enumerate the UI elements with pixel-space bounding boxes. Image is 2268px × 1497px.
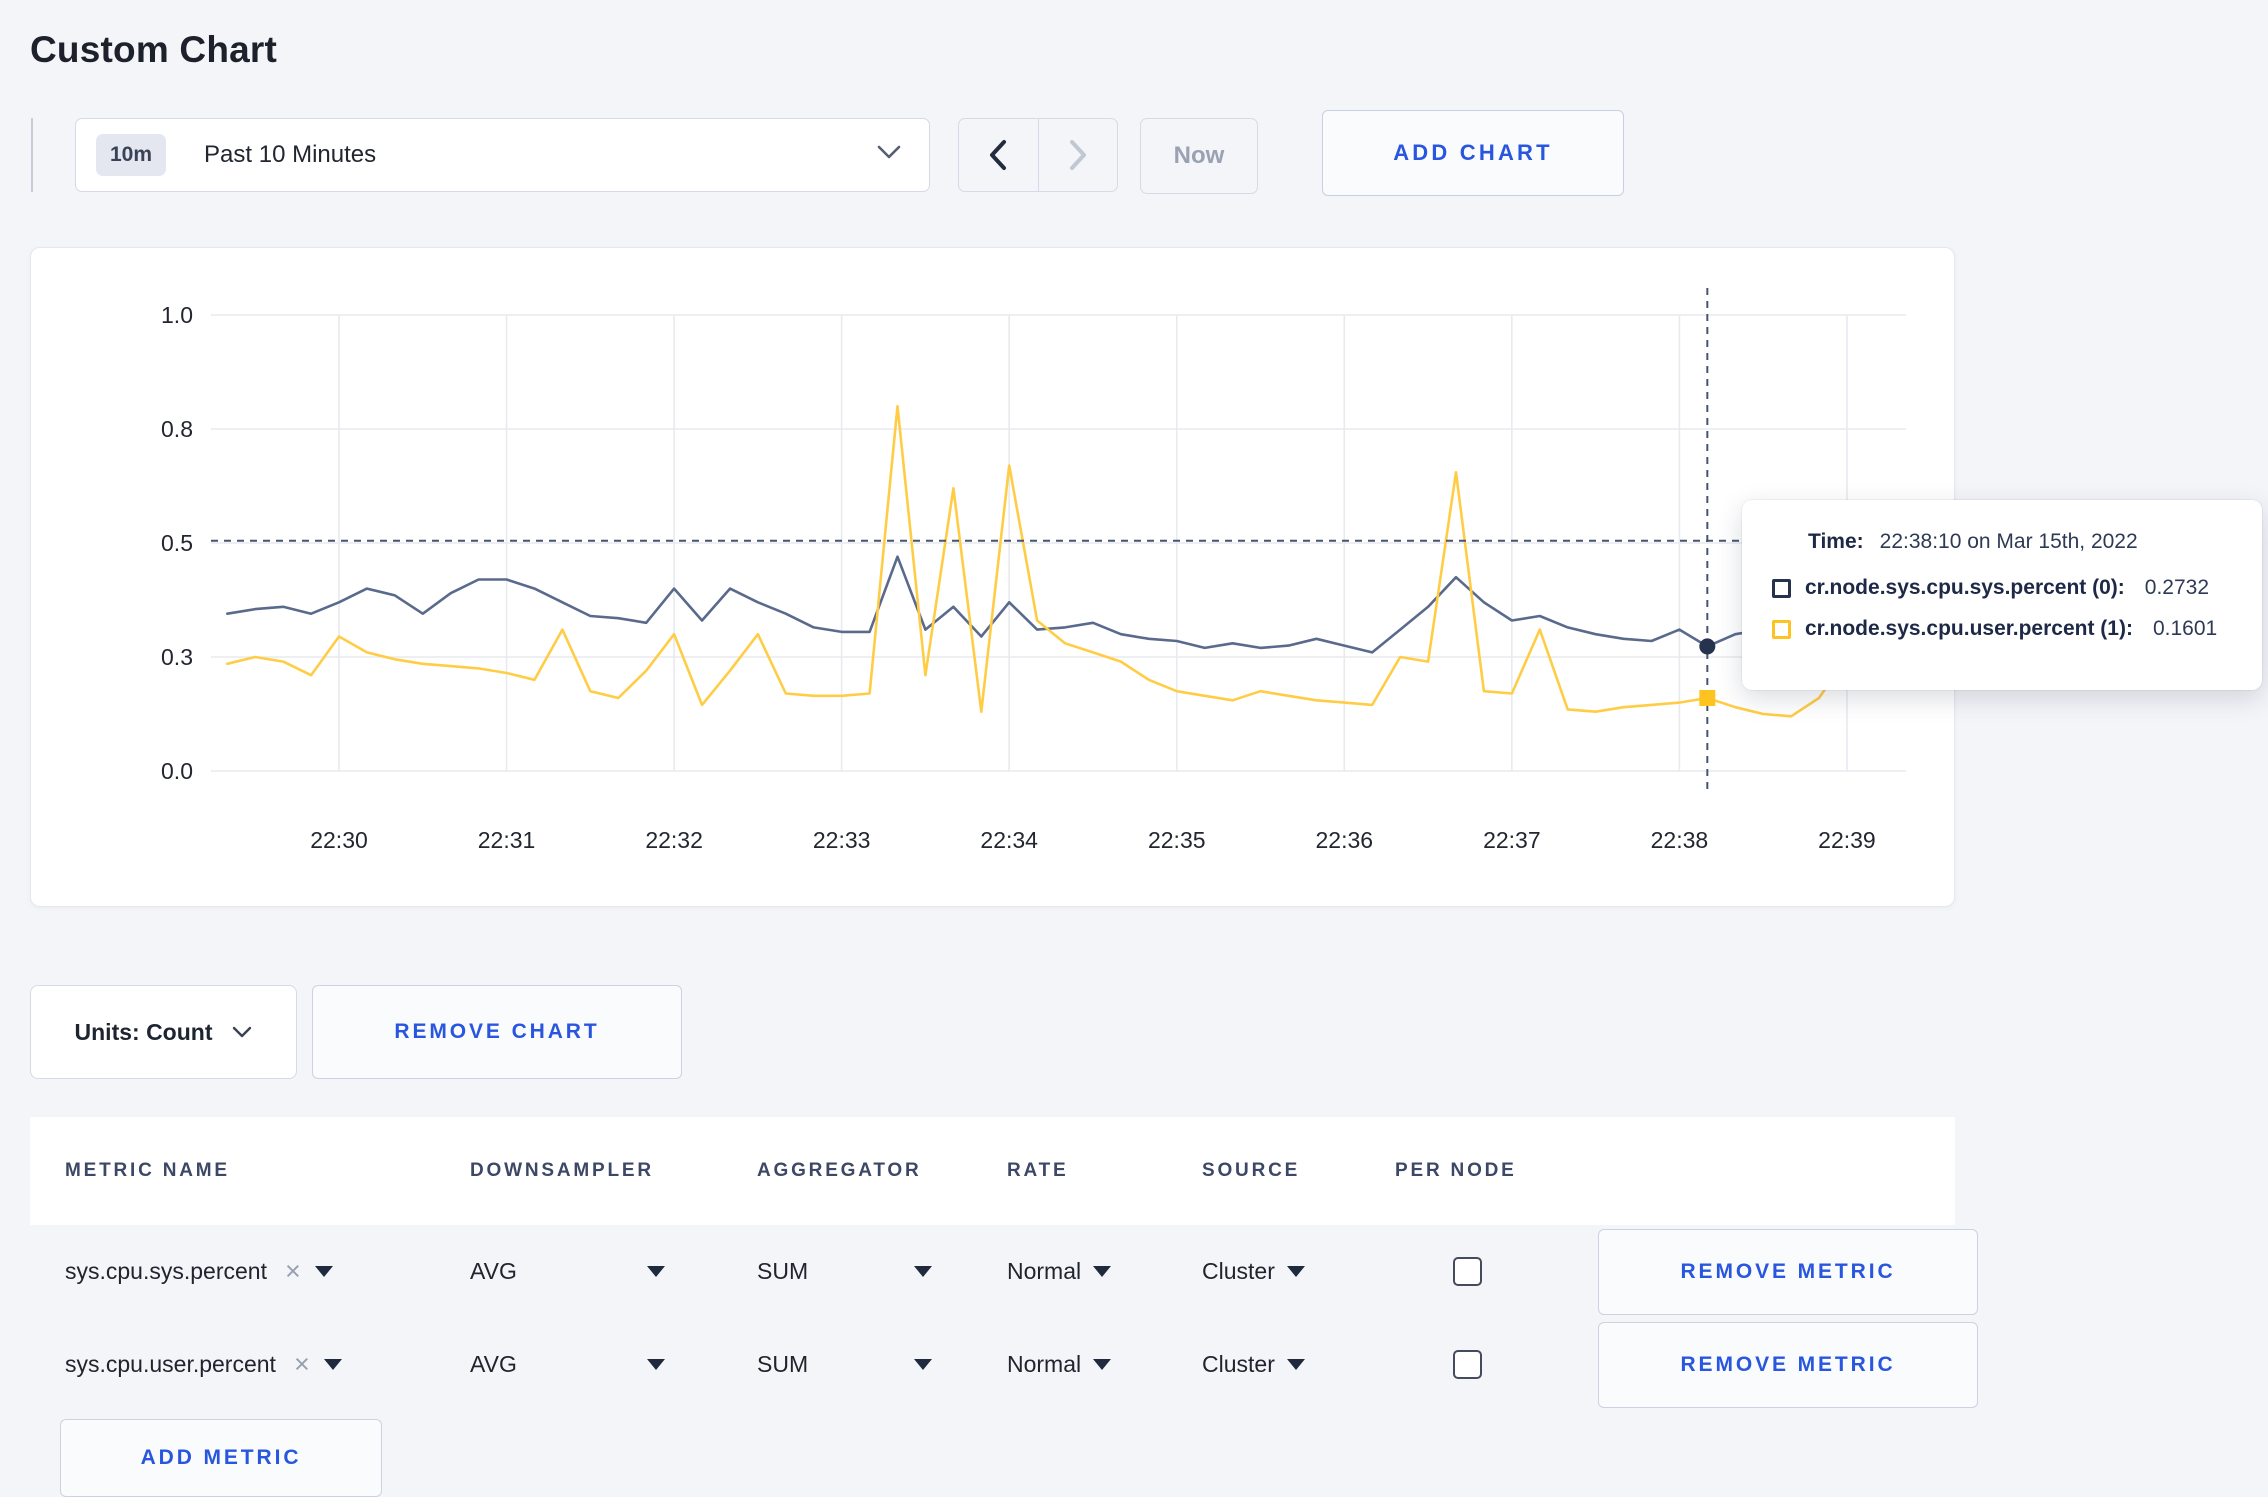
metric-row: sys.cpu.user.percent × AVG SUM Normal Cl… [30,1318,1978,1411]
time-range-badge: 10m [96,134,167,176]
x-axis-label: 22:37 [1483,827,1541,853]
x-axis-label: 22:35 [1148,827,1206,853]
metric-row: sys.cpu.sys.percent × AVG SUM Normal Clu… [30,1225,1978,1318]
y-axis-label: 0.8 [161,416,193,442]
x-axis-label: 22:36 [1316,827,1374,853]
tooltip-series-row: cr.node.sys.cpu.user.percent (1): 0.1601 [1772,617,2236,641]
prev-range-button[interactable] [959,119,1038,191]
downsampler-select[interactable]: AVG [470,1258,665,1285]
x-axis-label: 22:34 [980,827,1038,853]
tooltip-series-row: cr.node.sys.cpu.sys.percent (0): 0.2732 [1772,576,2236,600]
metric-name-select[interactable]: sys.cpu.sys.percent [65,1258,267,1285]
chevron-down-icon [647,1359,665,1370]
time-range-select[interactable]: 10m Past 10 Minutes [75,118,930,192]
chart-panel: 0.0 0.3 0.5 0.8 1.0 22:30 22:31 22:32 22:33 22:34… [30,247,1955,907]
hover-marker-1 [1699,689,1716,706]
tooltip-time-label: Time: [1808,530,1864,553]
header-per-node: PER NODE [1395,1160,1517,1181]
hover-marker-0 [1699,638,1716,655]
page-title: Custom Chart [30,28,278,70]
add-chart-button[interactable]: ADD CHART [1322,110,1624,196]
y-axis-label: 0.0 [161,758,193,784]
x-axis-label: 22:39 [1818,827,1876,853]
chevron-down-icon[interactable] [314,1266,333,1277]
chevron-down-icon [1286,1266,1305,1277]
clear-metric-icon[interactable]: × [294,1351,310,1378]
series-sys-swatch-icon [1772,578,1791,598]
y-axis-label: 0.3 [161,644,193,670]
tooltip-time-row: Time: 22:38:10 on Mar 15th, 2022 [1808,530,2236,554]
chevron-down-icon [1093,1359,1112,1370]
per-node-checkbox[interactable] [1453,1257,1482,1286]
header-downsampler: DOWNSAMPLER [470,1160,654,1181]
metrics-table: METRIC NAME DOWNSAMPLER AGGREGATOR RATE … [30,1117,1978,1497]
rate-select[interactable]: Normal [1007,1351,1112,1378]
header-aggregator: AGGREGATOR [757,1160,922,1181]
remove-chart-button[interactable]: REMOVE CHART [312,985,682,1079]
x-axis-label: 22:31 [478,827,536,853]
x-axis-label: 22:38 [1651,827,1709,853]
chevron-down-icon [877,145,901,165]
x-axis-label: 22:32 [645,827,703,853]
aggregator-select[interactable]: SUM [757,1258,932,1285]
source-select[interactable]: Cluster [1202,1258,1305,1285]
chevron-down-icon [1286,1359,1305,1370]
chevron-down-icon [233,1026,252,1037]
clear-metric-icon[interactable]: × [285,1258,301,1285]
add-metric-button[interactable]: ADD METRIC [60,1419,382,1497]
next-range-button[interactable] [1037,119,1118,191]
aggregator-select[interactable]: SUM [757,1351,932,1378]
chart-canvas[interactable]: 0.0 0.3 0.5 0.8 1.0 22:30 22:31 22:32 22:33 22:34… [31,248,1954,906]
rate-select[interactable]: Normal [1007,1258,1112,1285]
remove-metric-button[interactable]: REMOVE METRIC [1598,1228,1978,1315]
chevron-down-icon[interactable] [323,1359,342,1370]
chevron-left-icon [990,140,1007,170]
chevron-down-icon [647,1266,665,1277]
series-line-0 [226,555,1905,654]
series-user-swatch-icon [1772,619,1791,639]
source-select[interactable]: Cluster [1202,1351,1305,1378]
time-range-pager [958,118,1118,192]
x-axis-label: 22:33 [813,827,871,853]
header-metric-name: METRIC NAME [65,1160,230,1181]
y-axis-label: 1.0 [161,302,193,328]
metric-name-select[interactable]: sys.cpu.user.percent [65,1351,276,1378]
chevron-right-icon [1069,140,1086,170]
metrics-table-header: METRIC NAME DOWNSAMPLER AGGREGATOR RATE … [30,1117,1955,1225]
chart-tooltip: Time: 22:38:10 on Mar 15th, 2022 cr.node… [1742,500,2262,690]
now-button[interactable]: Now [1140,118,1258,194]
series-line-1 [226,404,1905,718]
controls-left-rule [31,118,33,192]
chevron-down-icon [1093,1266,1112,1277]
remove-metric-button[interactable]: REMOVE METRIC [1598,1321,1978,1408]
downsampler-select[interactable]: AVG [470,1351,665,1378]
time-range-label: Past 10 Minutes [204,141,377,168]
x-axis-label: 22:30 [310,827,368,853]
header-rate: RATE [1007,1160,1069,1181]
y-axis-label: 0.5 [161,530,193,556]
tooltip-time-value: 22:38:10 on Mar 15th, 2022 [1879,530,2138,553]
units-select[interactable]: Units: Count [30,985,297,1079]
chevron-down-icon [914,1359,932,1370]
chevron-down-icon [914,1266,932,1277]
per-node-checkbox[interactable] [1453,1350,1482,1379]
header-source: SOURCE [1202,1160,1301,1181]
